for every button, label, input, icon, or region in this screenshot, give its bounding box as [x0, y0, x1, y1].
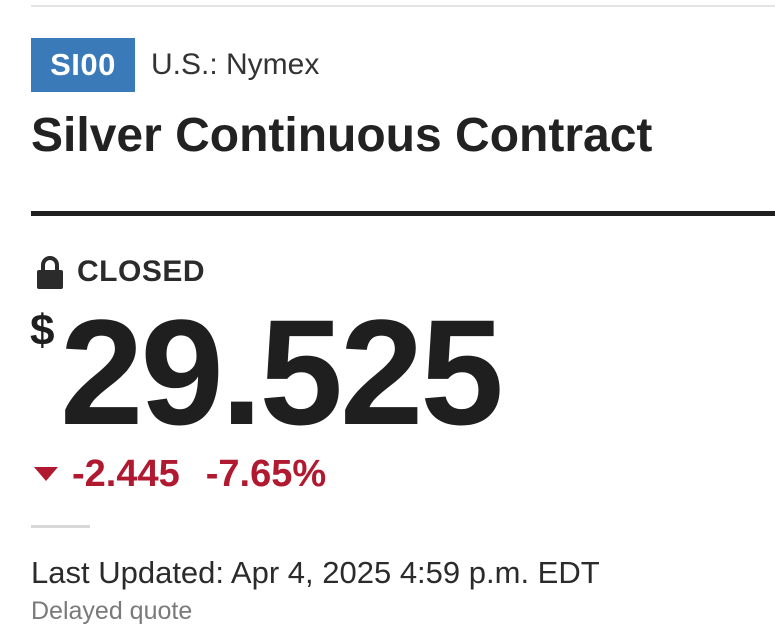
exchange-label: U.S.: Nymex	[151, 48, 320, 81]
symbol-row: SI00 U.S.: Nymex	[31, 38, 319, 92]
title-divider	[31, 211, 775, 216]
short-divider	[31, 525, 90, 528]
instrument-title: Silver Continuous Contract	[31, 109, 653, 162]
delayed-quote-note: Delayed quote	[31, 597, 193, 625]
ticker-badge[interactable]: SI00	[31, 38, 135, 92]
last-updated-timestamp: Last Updated: Apr 4, 2025 4:59 p.m. EDT	[31, 555, 600, 590]
status-label: CLOSED	[77, 255, 206, 288]
top-divider	[31, 5, 775, 7]
price-change: -2.445	[72, 452, 180, 495]
currency-symbol: $	[30, 306, 55, 355]
down-triangle-icon	[34, 467, 58, 481]
last-price: 29.525	[60, 288, 504, 456]
price-change-percent: -7.65%	[205, 452, 327, 495]
market-status: CLOSED	[36, 254, 205, 290]
price-change-row: -2.445 -7.65%	[34, 452, 326, 496]
lock-icon	[36, 255, 64, 289]
